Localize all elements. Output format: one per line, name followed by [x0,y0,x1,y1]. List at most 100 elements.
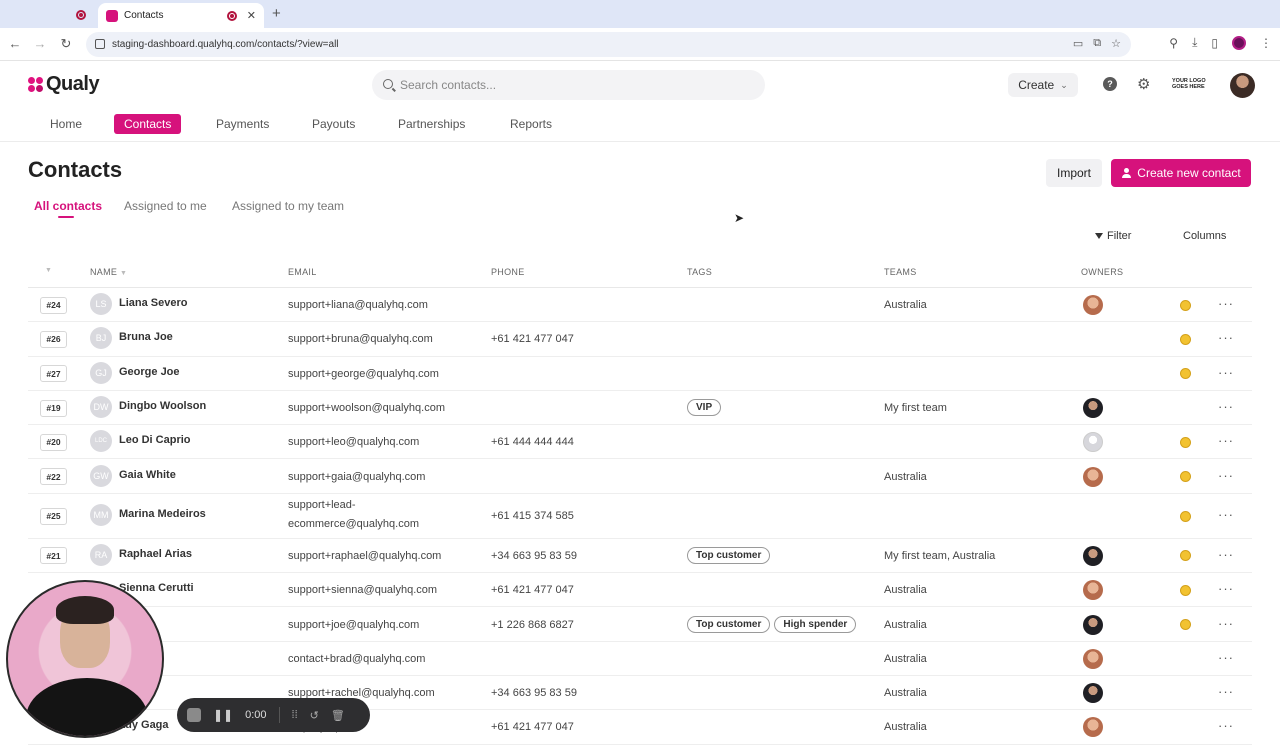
nav-partnerships[interactable]: Partnerships [388,114,475,134]
extensions-icon[interactable]: ⚲ [1169,36,1178,50]
pause-icon[interactable]: ❚❚ [213,708,233,722]
row-actions-icon[interactable]: ··· [1218,399,1234,414]
webcam-bubble[interactable] [6,580,164,738]
profile-avatar[interactable] [1232,35,1246,50]
owner-avatar[interactable] [1083,580,1103,601]
gear-icon[interactable]: ⚙ [1137,75,1150,93]
table-row[interactable]: #27 GJ George Joe support+george@qualyhq.co… [28,357,1252,391]
site-info-icon[interactable] [95,39,105,49]
contact-name[interactable]: George Joe [119,366,180,378]
nav-reports[interactable]: Reports [500,114,562,134]
star-icon[interactable]: ☆ [1111,37,1121,50]
row-actions-icon[interactable]: ··· [1218,650,1234,665]
contact-name[interactable]: Gaia White [119,469,176,481]
table-row[interactable]: #21 RA Raphael Arias support+raphael@qualyh… [28,539,1252,574]
row-actions-icon[interactable]: ··· [1218,330,1234,345]
tab-assigned-to-my-team[interactable]: Assigned to my team [232,199,344,213]
header-email[interactable]: EMAIL [288,267,317,277]
owner-avatar[interactable] [1083,648,1103,669]
download-icon[interactable]: ⤓ [1192,35,1197,50]
row-actions-icon[interactable]: ··· [1218,684,1234,699]
user-avatar[interactable] [1230,73,1255,98]
owner-avatar[interactable] [1083,717,1103,738]
contact-name[interactable]: Bruna Joe [119,331,173,343]
trash-icon[interactable]: 🗑 [331,709,345,722]
columns-button[interactable]: Columns [1183,230,1226,242]
header-tags[interactable]: TAGS [687,267,712,277]
import-button[interactable]: Import [1046,159,1102,187]
mouse-cursor-icon: ➤ [734,211,745,225]
tag-badge[interactable]: Top customer [687,615,771,633]
table-row[interactable]: Sienna Cerutti support+sienna@qualyhq.com… [28,573,1252,608]
create-new-contact-button[interactable]: Create new contact [1111,159,1251,187]
owner-avatar[interactable] [1083,683,1103,704]
contact-name[interactable]: Liana Severo [119,297,187,309]
owner-avatar[interactable] [1083,545,1103,566]
header-phone[interactable]: PHONE [491,267,525,277]
browser-tab-contacts[interactable]: Contacts ✕ [98,3,264,28]
recording-tab[interactable] [70,5,92,25]
create-new-contact-label: Create new contact [1137,166,1241,180]
browser-toolbar: ← → ↻ staging-dashboard.qualyhq.com/cont… [0,28,1280,61]
owner-avatar[interactable] [1083,614,1103,635]
table-row[interactable]: #24 LS Liana Severo support+liana@qualyhq.c… [28,288,1252,323]
contact-name[interactable]: Dingbo Woolson [119,400,206,412]
contact-name[interactable]: Marina Medeiros [119,508,206,520]
restart-icon[interactable]: ↺ [310,709,319,722]
tag-badge[interactable]: VIP [687,399,722,417]
table-row[interactable]: #20 LDC Leo Di Caprio support+leo@qualyhq.c… [28,425,1252,460]
back-arrow-icon[interactable]: ← [6,36,24,51]
contact-name[interactable]: Sienna Cerutti [119,582,194,594]
table-row[interactable]: contact+brad@qualyhq.com Australia ··· [28,642,1252,676]
contact-name[interactable]: Leo Di Caprio [119,434,191,446]
grid-icon[interactable]: ⁞⁞ [292,709,298,721]
stop-recording-button[interactable] [187,708,201,722]
tag-badge[interactable]: Top customer [687,546,771,564]
reload-icon[interactable]: ↻ [57,36,75,52]
table-row[interactable]: #19 DW Dingbo Woolson support+woolson@qualy… [28,391,1252,426]
header-name[interactable]: NAME ▼ [90,267,127,277]
table-row[interactable]: #25 MM Marina Medeiros support+lead-ecommer… [28,494,1252,539]
table-row[interactable]: #26 BJ Bruna Joe support+bruna@qualyhq.com +… [28,322,1252,357]
nav-contacts[interactable]: Contacts [114,114,182,134]
qualy-logo[interactable]: Qualy [28,73,100,96]
row-actions-icon[interactable]: ··· [1218,718,1234,733]
contact-email-cont: ecommerce@qualyhq.com [288,518,419,531]
row-actions-icon[interactable]: ··· [1218,468,1234,483]
tag-badge[interactable]: High spender [774,615,857,633]
row-actions-icon[interactable]: ··· [1218,433,1234,448]
camera-icon[interactable]: ▭ [1073,37,1083,50]
nav-home[interactable]: Home [40,114,92,134]
contact-name[interactable]: Raphael Arias [119,548,192,560]
owner-avatar[interactable] [1083,295,1103,316]
sidepanel-icon[interactable]: ▯ [1211,36,1218,50]
search-input[interactable]: Search contacts... [372,70,765,100]
owner-avatar[interactable] [1083,398,1103,419]
nav-payouts[interactable]: Payouts [302,114,365,134]
header-owners[interactable]: OWNERS [1081,267,1123,277]
owner-avatar[interactable] [1083,466,1103,487]
new-tab-button[interactable]: + [272,5,281,22]
create-dropdown-button[interactable]: Create ⌄ [1008,73,1078,97]
address-bar[interactable]: staging-dashboard.qualyhq.com/contacts/?… [86,32,1131,57]
close-tab-icon[interactable]: ✕ [247,9,256,22]
table-row[interactable]: bbianisupport+joe@qualyhq.com+1 226 868 … [28,607,1252,642]
row-actions-icon[interactable]: ··· [1218,507,1234,522]
row-actions-icon[interactable]: ··· [1218,296,1234,311]
menu-kebab-icon[interactable]: ⋮ [1260,36,1272,50]
row-actions-icon[interactable]: ··· [1218,581,1234,596]
row-actions-icon[interactable]: ··· [1218,616,1234,631]
help-icon[interactable]: ? [1103,77,1117,91]
tab-all-contacts[interactable]: All contacts [34,199,102,213]
cast-icon[interactable]: ⧉ [1093,37,1101,50]
row-actions-icon[interactable]: ··· [1218,547,1234,562]
owner-avatar[interactable] [1083,432,1103,453]
table-row[interactable]: #22 GW Gaia White support+gaia@qualyhq.com A… [28,460,1252,494]
row-actions-icon[interactable]: ··· [1218,365,1234,380]
sort-icon[interactable]: ▼ [45,267,52,274]
nav-payments[interactable]: Payments [206,114,279,134]
forward-arrow-icon[interactable]: → [31,36,49,51]
filter-button[interactable]: Filter [1095,230,1131,242]
tab-assigned-to-me[interactable]: Assigned to me [124,199,207,213]
header-teams[interactable]: TEAMS [884,267,917,277]
